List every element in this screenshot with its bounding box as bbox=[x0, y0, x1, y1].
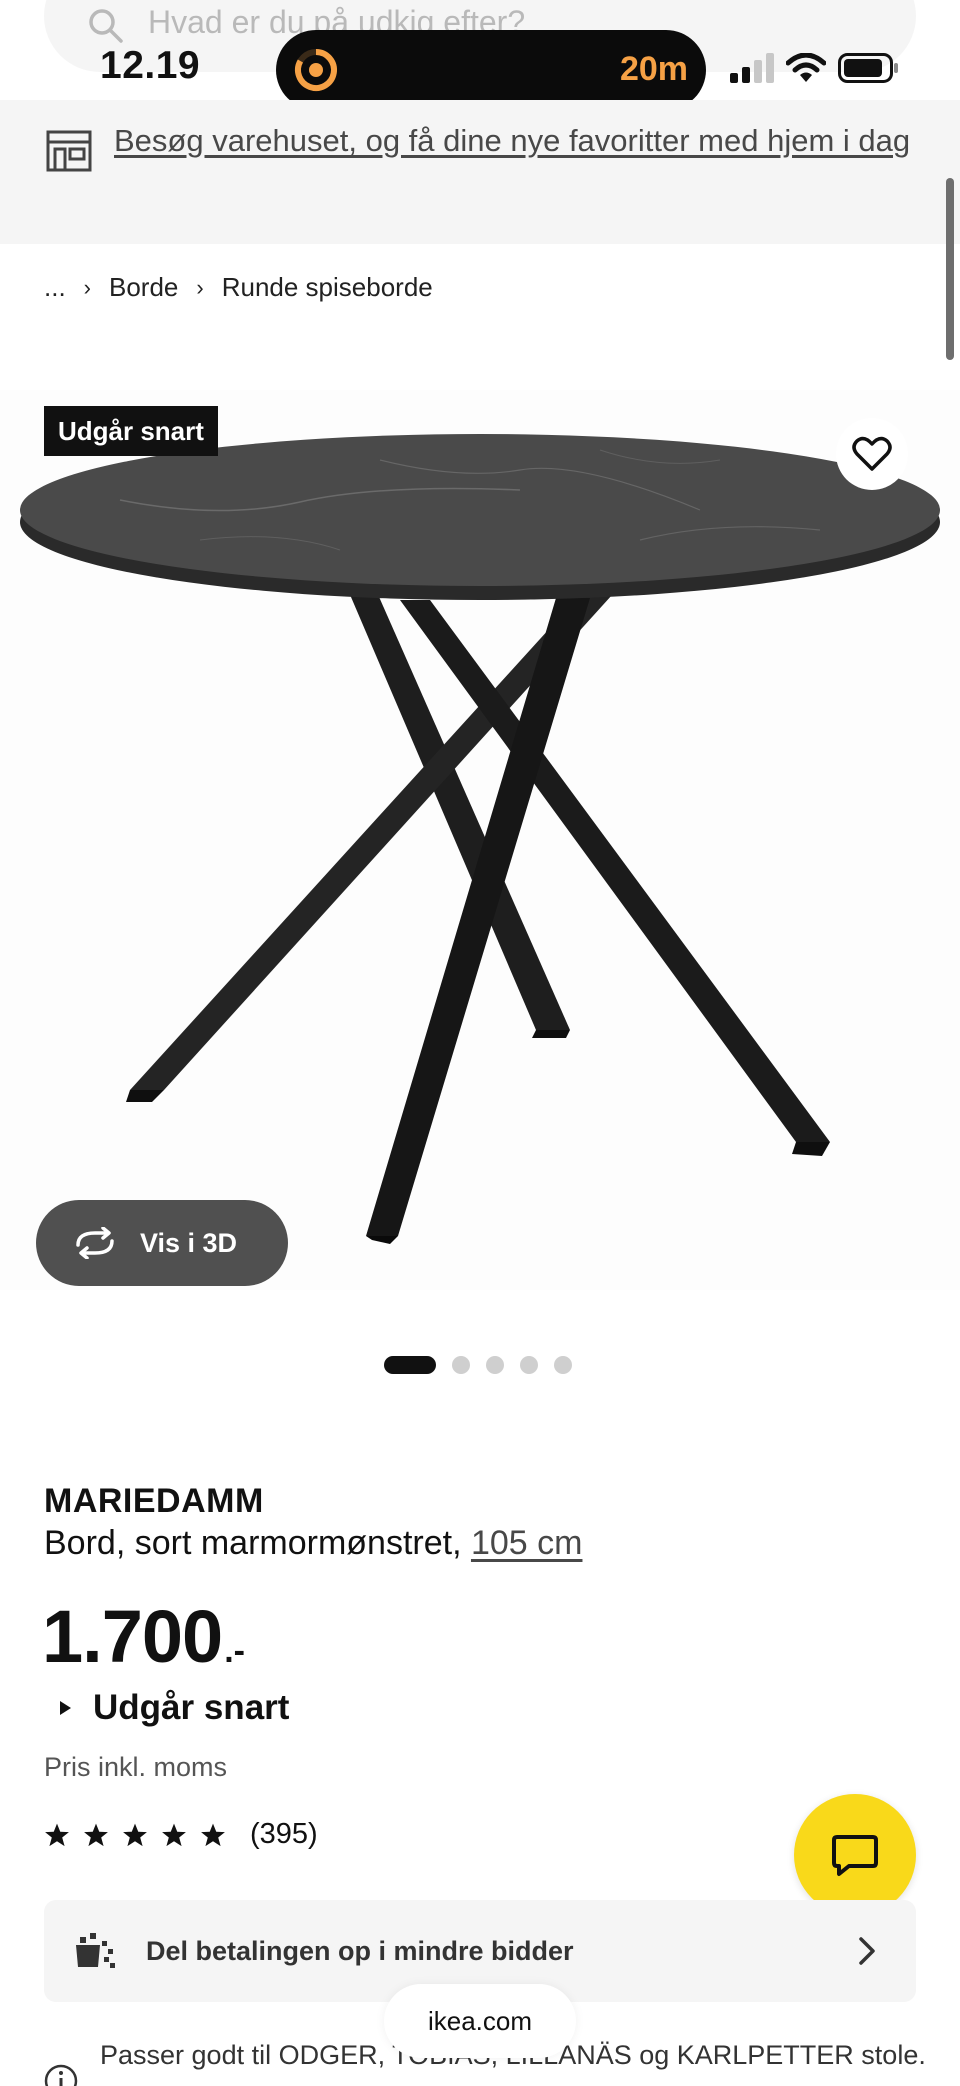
breadcrumb-runde-spiseborde[interactable]: Runde spiseborde bbox=[222, 272, 433, 303]
dynamic-island[interactable]: 20m bbox=[276, 30, 706, 110]
star-icon bbox=[84, 1823, 108, 1846]
status-time: 12.19 bbox=[100, 44, 201, 87]
status-badge: Udgår snart bbox=[44, 406, 218, 456]
size-link[interactable]: 105 cm bbox=[471, 1524, 583, 1562]
pagination-dot[interactable] bbox=[452, 1356, 470, 1374]
rotate-3d-icon bbox=[76, 1227, 114, 1259]
pagination-dot[interactable] bbox=[554, 1356, 572, 1374]
price-amount: 1.700 bbox=[42, 1595, 223, 1678]
timer-text: 20m bbox=[619, 50, 688, 88]
status-bar: 12.19 20m bbox=[0, 0, 960, 110]
availability-toggle[interactable]: Udgår snart bbox=[60, 1688, 289, 1728]
product-image[interactable] bbox=[0, 390, 960, 1290]
star-icon bbox=[162, 1823, 186, 1846]
wifi-icon bbox=[786, 53, 826, 82]
breadcrumb: ... › Borde › Runde spiseborde bbox=[44, 272, 433, 303]
star-icon bbox=[201, 1823, 225, 1846]
signal-icon bbox=[730, 53, 774, 83]
battery-icon bbox=[838, 53, 898, 83]
product-description: Bord, sort marmormønstret, 105 cm bbox=[44, 1524, 582, 1563]
store-icon bbox=[46, 130, 92, 172]
price-suffix: .- bbox=[224, 1632, 245, 1670]
view-3d-button[interactable]: Vis i 3D bbox=[36, 1200, 288, 1286]
heart-icon bbox=[852, 436, 892, 471]
pagination-dot[interactable] bbox=[486, 1356, 504, 1374]
rating[interactable]: (395) bbox=[44, 1818, 318, 1851]
page-scrollbar[interactable] bbox=[946, 178, 954, 360]
product-description-text: Bord, sort marmormønstret, bbox=[44, 1524, 471, 1562]
chat-button[interactable] bbox=[794, 1794, 916, 1916]
product-name: MARIEDAMM bbox=[44, 1482, 264, 1520]
favorite-button[interactable] bbox=[836, 418, 908, 490]
store-banner[interactable]: Besøg varehuset, og få dine nye favoritt… bbox=[0, 100, 960, 244]
star-icon bbox=[123, 1823, 147, 1846]
rating-count: (395) bbox=[250, 1818, 318, 1850]
pagination-dot-active[interactable] bbox=[384, 1356, 436, 1374]
rating-stars bbox=[44, 1822, 226, 1848]
chevron-right-icon bbox=[859, 1937, 875, 1965]
chevron-right-icon: › bbox=[196, 274, 204, 300]
availability-text: Udgår snart bbox=[93, 1688, 290, 1727]
table-illustration bbox=[20, 434, 940, 1244]
installment-label: Del betalingen op i mindre bidder bbox=[146, 1935, 574, 1966]
image-pagination bbox=[384, 1356, 572, 1374]
breadcrumb-borde[interactable]: Borde bbox=[109, 272, 178, 303]
browser-url-bar[interactable]: ikea.com bbox=[384, 1984, 576, 2058]
status-icons bbox=[730, 52, 900, 84]
installment-icon bbox=[76, 1933, 115, 1968]
product-price: 1.700 .- bbox=[42, 1596, 245, 1678]
vat-note: Pris inkl. moms bbox=[44, 1752, 228, 1782]
info-icon bbox=[44, 2064, 78, 2086]
pagination-dot[interactable] bbox=[520, 1356, 538, 1374]
browser-url: ikea.com bbox=[427, 2005, 533, 2036]
store-visit-link[interactable]: Besøg varehuset, og få dine nye favoritt… bbox=[114, 118, 914, 164]
star-icon bbox=[45, 1823, 69, 1846]
chevron-right-icon: › bbox=[83, 274, 91, 300]
chat-icon bbox=[832, 1835, 878, 1876]
timer-icon bbox=[295, 49, 337, 91]
caret-right-icon bbox=[60, 1701, 71, 1715]
breadcrumb-ellipsis[interactable]: ... bbox=[44, 272, 66, 303]
view-3d-label: Vis i 3D bbox=[140, 1227, 238, 1258]
